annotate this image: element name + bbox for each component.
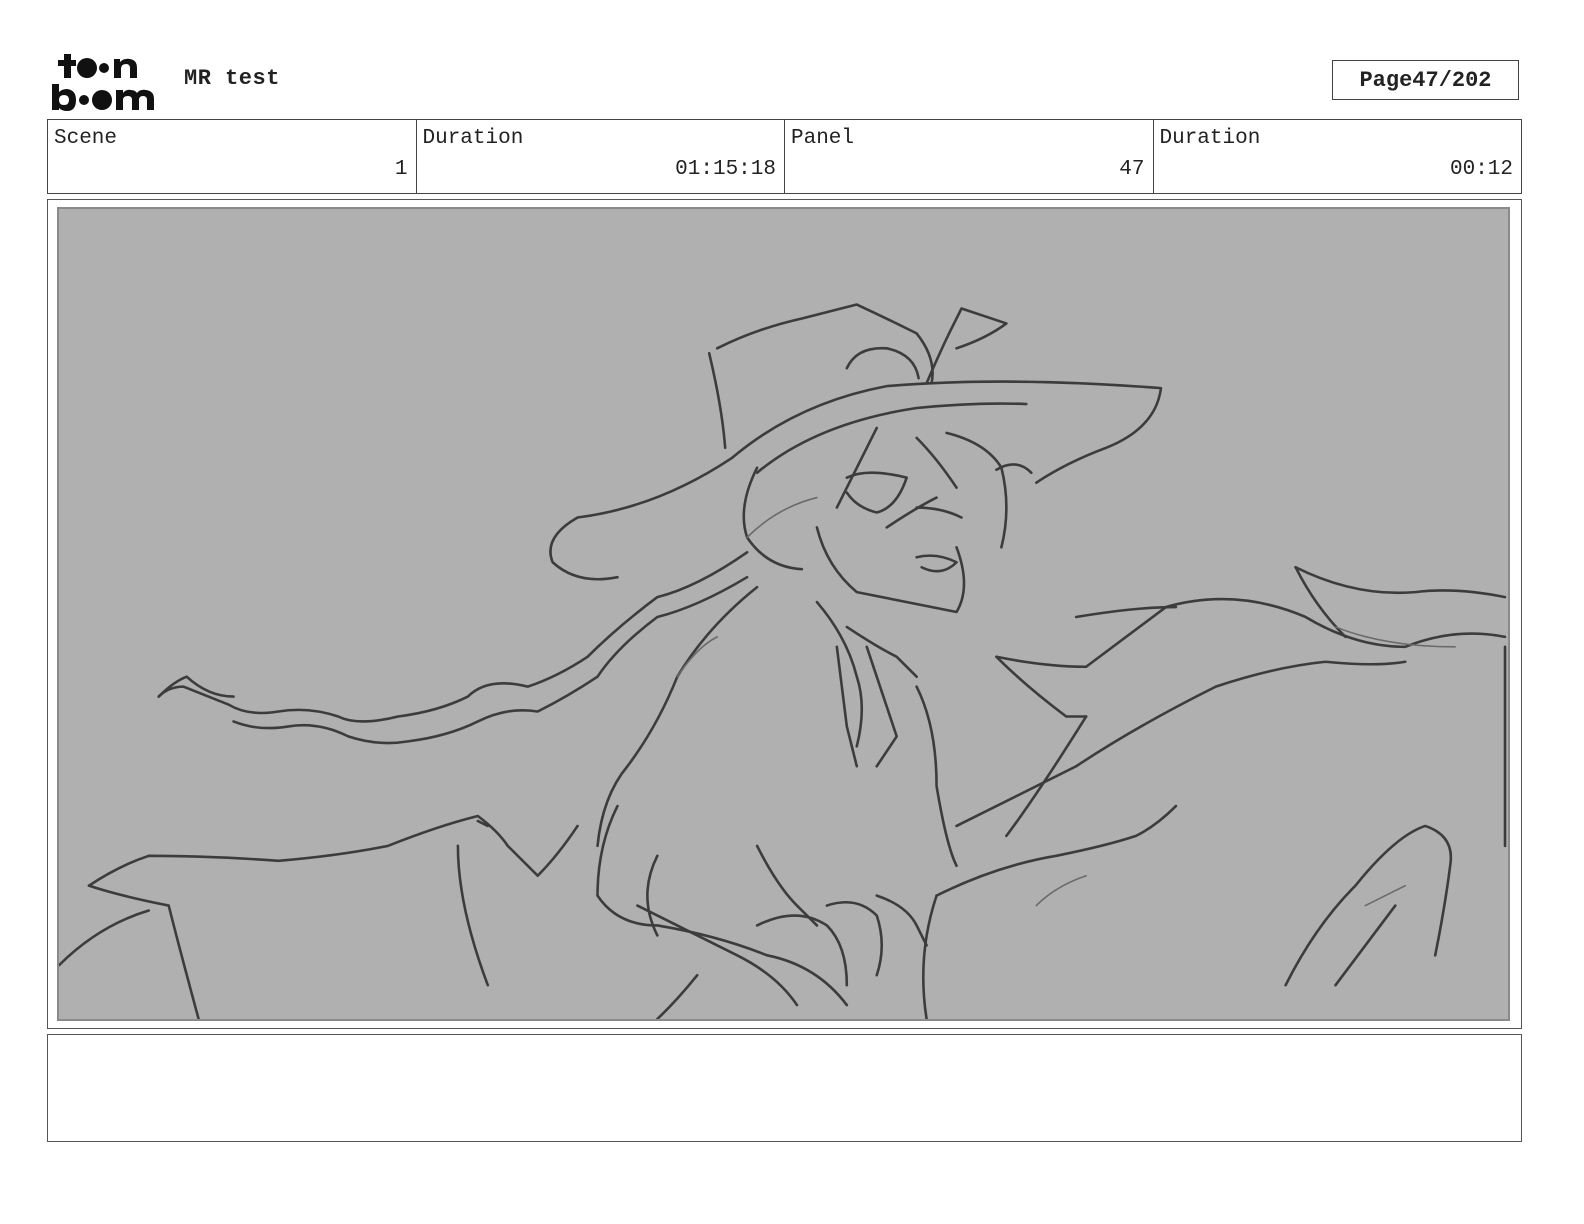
- page-indicator: Page 47/202: [1332, 60, 1519, 100]
- panel-frame: [47, 199, 1522, 1029]
- page-number: 47/202: [1412, 67, 1492, 93]
- panel-duration-value: 00:12: [1449, 158, 1513, 181]
- panel-image: [57, 207, 1510, 1021]
- page-label: Page: [1359, 67, 1413, 93]
- panel-label: Panel: [791, 127, 855, 150]
- scene-duration-cell: Duration 01:15:18: [417, 120, 785, 193]
- scene-duration-value: 01:15:18: [675, 158, 776, 181]
- scene-value: 1: [394, 158, 408, 181]
- panel-value: 47: [1119, 158, 1145, 181]
- panel-duration-cell: Duration 00:12: [1154, 120, 1522, 193]
- sketch-drawing: [59, 303, 1507, 1019]
- panel-info-bar: Scene 1 Duration 01:15:18 Panel 47 Durat…: [47, 119, 1522, 194]
- project-title: MR test: [184, 66, 280, 91]
- toon-boom-logo: [50, 50, 164, 112]
- panel-duration-label: Duration: [1159, 127, 1261, 150]
- scene-label: Scene: [54, 127, 118, 150]
- scene-cell: Scene 1: [48, 120, 417, 193]
- panel-cell: Panel 47: [785, 120, 1154, 193]
- scene-duration-label: Duration: [422, 127, 524, 150]
- panel-notes-area: [47, 1034, 1522, 1142]
